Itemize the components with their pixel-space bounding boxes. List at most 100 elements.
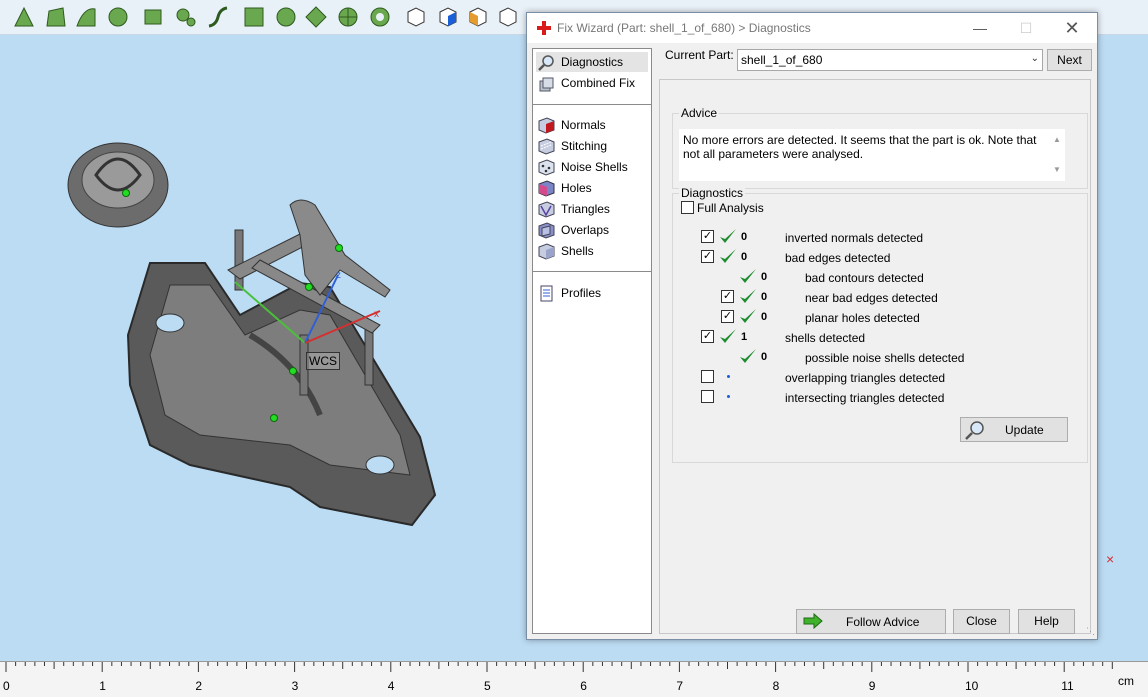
select-curve-icon[interactable] (74, 5, 98, 29)
view-cube-front-icon[interactable] (436, 5, 460, 29)
nav-label: Noise Shells (561, 160, 628, 174)
scroll-up-icon[interactable]: ▲ (1053, 135, 1061, 144)
ruler-label: 0 (3, 679, 10, 693)
diagnostic-checkbox[interactable]: ✓ (721, 290, 734, 303)
fix-wizard-dialog: Fix Wizard (Part: shell_1_of_680) > Diag… (526, 12, 1098, 640)
diagnostic-text: inverted normals detected (785, 231, 924, 245)
advice-scrollbar[interactable]: ▲ ▼ (1049, 129, 1065, 181)
minimize-button[interactable]: — (957, 13, 1003, 43)
select-ring-icon[interactable] (368, 5, 392, 29)
select-box-icon[interactable] (242, 5, 266, 29)
nav-label: Holes (561, 181, 592, 195)
advice-textbox[interactable]: No more errors are detected. It seems th… (679, 129, 1065, 181)
nav-item-normals[interactable]: Normals (536, 115, 648, 135)
diagnostic-text: intersecting triangles detected (785, 391, 945, 405)
diagnostic-checkbox[interactable]: ✓ (701, 330, 714, 343)
ruler-label: 7 (676, 679, 684, 693)
horizontal-ruler: 0 1 2 3 4 5 6 7 8 9 10 11 cm (0, 661, 1148, 697)
part-model[interactable]: x z (0, 35, 526, 661)
diagnostic-checkbox[interactable]: ✓ (721, 310, 734, 323)
nav-label: Overlaps (561, 223, 610, 237)
cube-shells-icon (538, 243, 555, 260)
update-label: Update (1005, 423, 1044, 437)
diagnostic-text: shells detected (785, 331, 866, 345)
arrow-right-icon (803, 613, 823, 629)
nav-item-diagnostics[interactable]: Diagnostics (536, 52, 648, 72)
select-lasso-icon[interactable] (174, 5, 198, 29)
dialog-titlebar[interactable]: Fix Wizard (Part: shell_1_of_680) > Diag… (527, 13, 1097, 43)
full-analysis-label: Full Analysis (697, 201, 764, 215)
nav-item-profiles[interactable]: Profiles (536, 283, 648, 303)
view-cube-side-icon[interactable] (496, 5, 520, 29)
diagnostic-checkbox[interactable] (701, 370, 714, 383)
nav-item-overlaps[interactable]: Overlaps (536, 220, 648, 240)
nav-item-noise-shells[interactable]: Noise Shells (536, 157, 648, 177)
pending-dot-icon (727, 375, 730, 378)
green-check-icon (720, 229, 736, 243)
ruler-label: 4 (387, 679, 395, 693)
follow-advice-button[interactable]: Follow Advice (796, 609, 946, 634)
ruler-label: 1 (99, 679, 106, 693)
ruler-ticks (5, 662, 1113, 672)
nav-item-holes[interactable]: Holes (536, 178, 648, 198)
ruler-label: 5 (484, 679, 491, 693)
select-shell-icon[interactable] (304, 5, 328, 29)
view-cube-top-icon[interactable] (466, 5, 490, 29)
view-cube-icon[interactable] (404, 5, 428, 29)
stack-icon (539, 77, 554, 92)
cube-triangle-icon (538, 201, 555, 218)
advice-title: Advice (679, 106, 720, 120)
nav-label: Triangles (561, 202, 610, 216)
nav-item-stitching[interactable]: Stitching (536, 136, 648, 156)
nav-separator (533, 104, 651, 105)
select-part-icon[interactable] (274, 5, 298, 29)
cube-dots-icon (538, 159, 555, 176)
nav-label: Stitching (561, 139, 608, 153)
select-wheel-icon[interactable] (336, 5, 360, 29)
pending-dot-icon (727, 395, 730, 398)
magnifier-icon (538, 55, 554, 71)
update-button[interactable]: Update (960, 417, 1068, 442)
green-check-icon (740, 349, 756, 363)
resize-grip-icon[interactable]: ⋱ (1086, 626, 1095, 637)
axis-z-label: z (336, 270, 341, 281)
nav-item-combined-fix[interactable]: Combined Fix (536, 73, 648, 93)
nav-label: Normals (561, 118, 606, 132)
diagnostic-count: 0 (761, 291, 768, 303)
select-polyline-icon[interactable] (206, 5, 230, 29)
help-button[interactable]: Help (1018, 609, 1075, 634)
green-check-icon (740, 309, 756, 323)
maximize-button[interactable]: ☐ (1003, 13, 1049, 43)
cube-hole-icon (538, 180, 555, 197)
select-rectangle-icon[interactable] (142, 5, 166, 29)
cube-overlap-icon (538, 222, 555, 239)
diagnostic-count: 0 (741, 231, 748, 243)
nav-label: Profiles (561, 286, 602, 300)
green-check-icon (720, 329, 736, 343)
diagnostic-count: 0 (761, 311, 768, 323)
diagnostic-checkbox[interactable]: ✓ (701, 250, 714, 263)
diagnostic-checkbox[interactable]: ✓ (701, 230, 714, 243)
diagnostics-title: Diagnostics (679, 186, 746, 200)
diagnostic-count: 0 (761, 351, 768, 363)
wizard-nav-panel: Diagnostics Combined Fix Normals Stitchi… (532, 48, 652, 634)
ruler-label: 10 (965, 679, 979, 693)
scroll-down-icon[interactable]: ▼ (1053, 165, 1061, 174)
select-triangle-icon[interactable] (12, 5, 36, 29)
green-check-icon (720, 249, 736, 263)
select-surface-icon[interactable] (44, 5, 68, 29)
current-part-select[interactable]: shell_1_of_680 ⌄ (737, 49, 1043, 71)
diagnostic-checkbox[interactable] (701, 390, 714, 403)
next-button[interactable]: Next (1047, 49, 1092, 71)
wcs-label: WCS (306, 352, 340, 370)
select-sphere-icon[interactable] (106, 5, 130, 29)
diagnostic-count: 1 (741, 331, 748, 343)
close-button[interactable]: Close (953, 609, 1010, 634)
follow-advice-label: Follow Advice (846, 615, 920, 629)
close-window-button[interactable]: ✕ (1049, 13, 1095, 43)
diagnostic-text: overlapping triangles detected (785, 371, 946, 385)
nav-item-shells[interactable]: Shells (536, 241, 648, 261)
full-analysis-checkbox[interactable] (681, 201, 694, 214)
nav-item-triangles[interactable]: Triangles (536, 199, 648, 219)
diagnostic-count: 0 (761, 271, 768, 283)
